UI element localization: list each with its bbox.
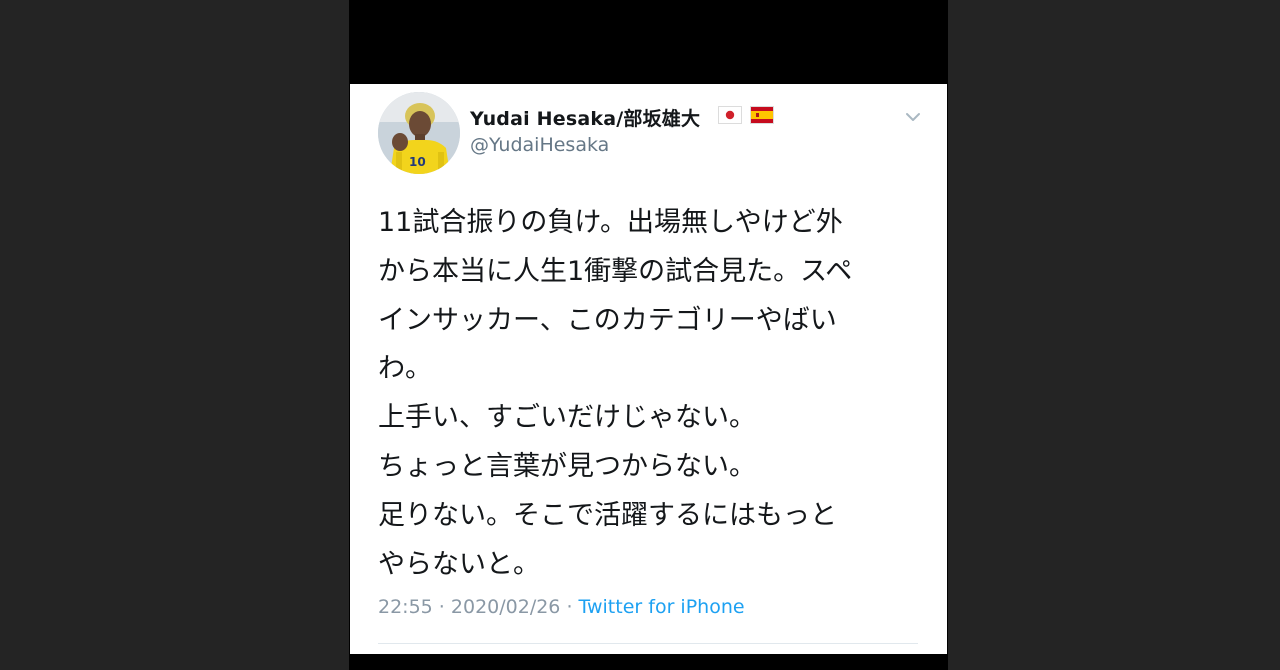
background-left bbox=[0, 0, 349, 670]
author-flags bbox=[718, 106, 774, 124]
tweet-text-line: から本当に人生1衝撃の試合見た。スペ bbox=[378, 255, 853, 287]
meta-separator: · bbox=[432, 596, 451, 618]
tweet-card: 10 Yudai Hesaka/部坂雄大 @YudaiHesaka 11試合振り… bbox=[350, 84, 947, 654]
screenshot-frame: 10 Yudai Hesaka/部坂雄大 @YudaiHesaka 11試合振り… bbox=[349, 0, 948, 670]
meta-separator: · bbox=[560, 596, 579, 618]
tweet-text-line: 11試合振りの負け。出場無しやけど外 bbox=[378, 207, 843, 238]
tweet-source-link[interactable]: Twitter for iPhone bbox=[579, 596, 745, 618]
tweet-metadata: 22:55 · 2020/02/26 · Twitter for iPhone bbox=[378, 596, 745, 618]
tweet-text-line: やらないと。 bbox=[378, 548, 540, 580]
tweet-text-line: 足りない。そこで活躍するにはもっと bbox=[378, 499, 837, 531]
divider bbox=[378, 643, 918, 644]
avatar-image: 10 bbox=[378, 92, 460, 174]
author-display-name[interactable]: Yudai Hesaka/部坂雄大 bbox=[470, 104, 700, 131]
author-handle[interactable]: @YudaiHesaka bbox=[470, 134, 609, 156]
tweet-text-line: わ。 bbox=[378, 353, 432, 385]
background-right bbox=[948, 0, 1280, 670]
tweet-text-line: 上手い、すごいだけじゃない。 bbox=[378, 402, 756, 434]
chevron-down-icon[interactable] bbox=[902, 106, 924, 128]
tweet-text-line: ちょっと言葉が見つからない。 bbox=[378, 450, 756, 482]
tweet-text: 11試合振りの負け。出場無しやけど外 から本当に人生1衝撃の試合見た。スペ イン… bbox=[378, 199, 928, 589]
japan-flag-icon bbox=[718, 106, 742, 124]
avatar-jersey-number: 10 bbox=[409, 155, 426, 169]
avatar[interactable]: 10 bbox=[378, 92, 460, 174]
tweet-time[interactable]: 22:55 bbox=[378, 596, 433, 618]
spain-flag-icon bbox=[750, 106, 774, 124]
tweet-date[interactable]: 2020/02/26 bbox=[451, 596, 561, 618]
tweet-text-line: インサッカー、このカテゴリーやばい bbox=[378, 304, 837, 336]
